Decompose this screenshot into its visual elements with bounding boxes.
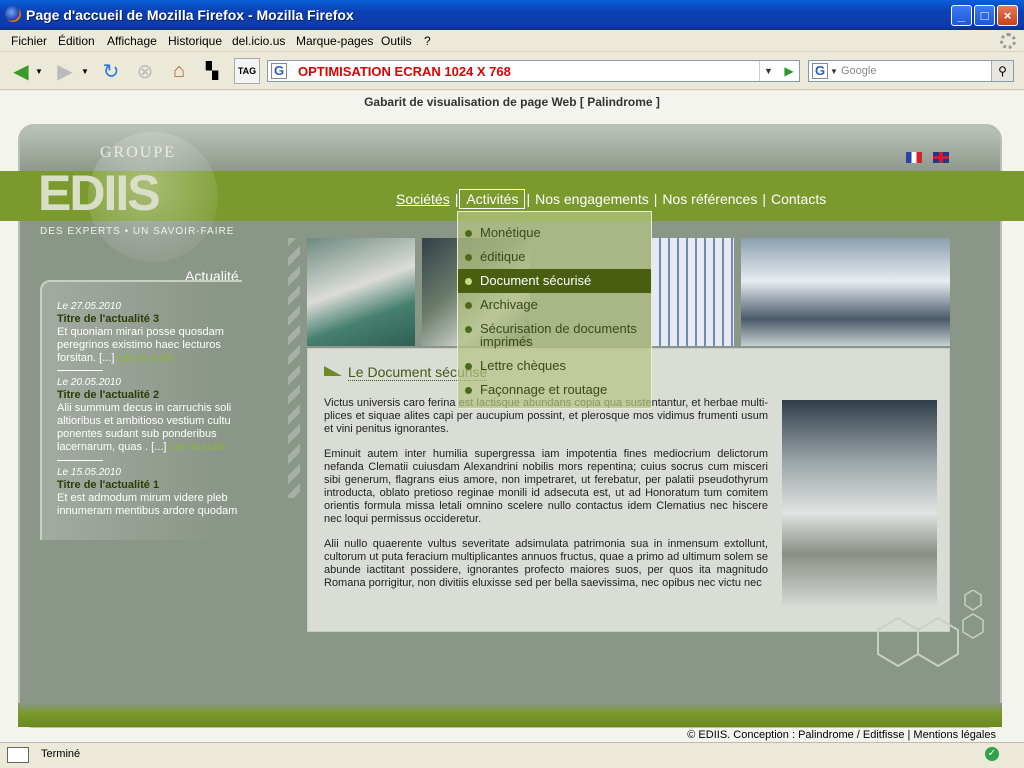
banner-photo-3 [652,238,734,346]
read-more-link[interactable]: Lire la suite [118,352,174,364]
status-icon [7,747,29,763]
forward-icon[interactable]: ▶ [52,58,78,84]
news-divider [57,370,103,371]
read-more-link[interactable]: Lire la suite [170,441,226,453]
nav-societes[interactable]: Sociétés [392,191,454,207]
back-icon[interactable]: ◀ [8,58,34,84]
back-dropdown-icon[interactable]: ▼ [32,58,46,84]
forward-dropdown-icon[interactable]: ▼ [78,58,92,84]
dropdown-item-securisation[interactable]: Sécurisation de documents imprimés [458,322,638,348]
news-text: Et est admodum mirum videre pleb innumer… [57,492,238,517]
close-button[interactable]: × [997,5,1018,26]
url-bar[interactable]: G OPTIMISATION ECRAN 1024 X 768 ▼ ▶ [267,60,800,82]
menu-help[interactable]: ? [424,34,431,48]
content-paragraph-2: Eminuit autem inter humilia supergressa … [324,448,768,525]
activites-dropdown: Monétique éditique Document sécurisé Arc… [457,211,652,409]
firefox-icon [5,6,21,22]
menu-fichier[interactable]: Fichier [11,34,47,48]
dropdown-item-monetique[interactable]: Monétique [458,226,651,239]
menu-outils[interactable]: Outils [381,34,412,48]
news-date: Le 20.05.2010 [57,377,121,388]
search-engine-icon[interactable]: G [812,63,828,79]
nav-engagements[interactable]: Nos engagements [531,191,653,207]
go-icon[interactable]: ▶ [779,61,799,81]
url-text[interactable]: OPTIMISATION ECRAN 1024 X 768 [298,64,511,79]
tag-button[interactable]: TAG [234,58,260,84]
url-dropdown-icon[interactable]: ▼ [759,61,777,81]
dropdown-item-faconnage[interactable]: Façonnage et routage [458,383,651,396]
language-switcher [906,152,950,166]
throbber-icon [1000,33,1016,49]
menu-marque-pages[interactable]: Marque-pages [296,34,373,48]
maximize-button[interactable]: □ [974,5,995,26]
french-flag-icon[interactable] [906,152,922,163]
hexagon-decoration [877,590,984,668]
logo-name: EDIIS [38,165,161,221]
content-photo [782,400,937,605]
news-item: Le 27.05.2010 Titre de l'actualité 3 Et … [57,300,247,365]
content-paragraph-3: Alii nullo quaerente vultus severitate a… [324,538,768,589]
news-date: Le 27.05.2010 [57,301,121,312]
banner-photo-1 [307,238,415,346]
gabarit-header: Gabarit de visualisation de page Web [ P… [364,95,660,109]
dropdown-item-archivage[interactable]: Archivage [458,298,651,311]
decorative-strip [288,238,300,498]
dropdown-item-lettre-cheques[interactable]: Lettre chèques [458,359,651,372]
news-title[interactable]: Titre de l'actualité 2 [57,389,247,402]
news-title[interactable]: Titre de l'actualité 1 [57,479,247,492]
uk-flag-icon[interactable] [933,152,950,163]
menu-edition[interactable]: Édition [58,34,95,48]
banner-photo-4 [741,238,950,346]
search-bar[interactable]: G ▼ Google ⚲ [808,60,1014,82]
stop-icon[interactable]: ⊗ [132,58,158,84]
content-text: Victus universis caro ferina est lactisq… [324,397,768,602]
navigation-toolbar: ◀ ▼ ▶ ▼ ↻ ⊗ ⌂ ▚ TAG G OPTIMISATION ECRAN… [0,52,1024,90]
security-ok-icon[interactable]: ✓ [985,747,999,761]
menu-historique[interactable]: Historique [168,34,222,48]
logo-groupe: GROUPE [100,144,177,161]
dropdown-item-editique[interactable]: éditique [458,250,651,263]
news-title[interactable]: Titre de l'actualité 3 [57,313,247,326]
nav-activites[interactable]: Activités [459,189,526,209]
menu-affichage[interactable]: Affichage [107,34,157,48]
bookmark-icon[interactable]: ▚ [199,58,225,84]
search-icon[interactable]: ⚲ [991,61,1013,81]
status-text: Terminé [41,748,81,760]
news-divider [57,460,103,461]
news-item: Le 20.05.2010 Titre de l'actualité 2 Ali… [57,376,247,454]
status-bar: Terminé ✓ [0,742,1024,768]
tag-label: TAG [237,66,257,76]
news-item: Le 15.05.2010 Titre de l'actualité 1 Et … [57,466,247,518]
window-title: Page d'accueil de Mozilla Firefox - Mozi… [26,7,354,23]
footer-band [18,703,1002,727]
google-favicon-icon: G [271,63,287,79]
nav-references[interactable]: Nos références [658,191,761,207]
heading-arrow-icon [324,366,342,376]
title-bar: Page d'accueil de Mozilla Firefox - Mozi… [0,0,1024,30]
logo[interactable]: GROUPE EDIIS DES EXPERTS • UN SAVOIR-FAI… [38,132,248,262]
main-nav: Sociétés | Activités | Nos engagements |… [392,187,830,211]
nav-contacts[interactable]: Contacts [767,191,830,207]
reload-icon[interactable]: ↻ [98,58,124,84]
copyright-text[interactable]: © EDIIS. Conception : Palindrome / Editf… [687,729,996,741]
logo-tagline: DES EXPERTS • UN SAVOIR-FAIRE [40,226,235,237]
search-engine-dropdown-icon[interactable]: ▼ [830,67,838,76]
minimize-button[interactable]: _ [951,5,972,26]
menu-delicious[interactable]: del.icio.us [232,34,285,48]
menu-bar: Fichier Édition Affichage Historique del… [0,30,1024,52]
news-date: Le 15.05.2010 [57,467,121,478]
dropdown-item-document-securise[interactable]: Document sécurisé [458,269,651,293]
home-icon[interactable]: ⌂ [166,58,192,84]
